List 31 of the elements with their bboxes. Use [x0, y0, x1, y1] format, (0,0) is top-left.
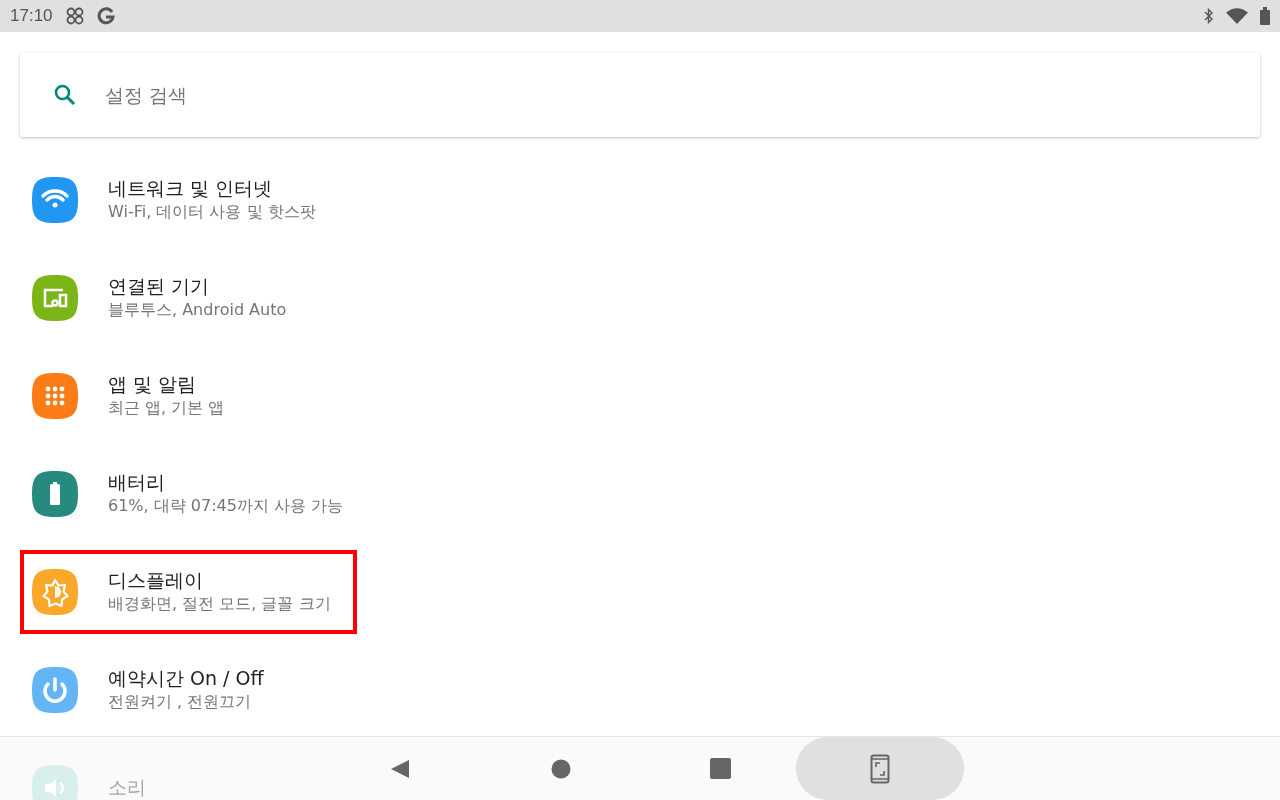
phone-rotate-icon	[870, 753, 890, 784]
item-title: 네트워크 및 인터넷	[108, 178, 274, 201]
item-subtitle: 61%, 대략 07:45까지 사용 가능	[108, 497, 344, 516]
settings-item[interactable]: 앱 및 알림 최근 앱, 기본 앱	[20, 354, 357, 438]
settings-item[interactable]: 배터리 61%, 대략 07:45까지 사용 가능	[20, 452, 357, 536]
g-letter-icon	[96, 7, 115, 25]
clock: 17:10	[10, 6, 53, 26]
item-title: 배터리	[108, 472, 166, 495]
item-title: 디스플레이	[108, 570, 204, 593]
highlighted-settings-item[interactable]: 디스플레이 배경화면, 절전 모드, 글꼴 크기	[20, 550, 357, 634]
item-title: 예약시간 On / Off	[108, 668, 264, 691]
recents-button[interactable]	[709, 758, 731, 779]
settings-item[interactable]: 네트워크 및 인터넷 Wi-Fi, 데이터 사용 및 핫스팟	[20, 158, 357, 242]
item-subtitle: 배경화면, 절전 모드, 글꼴 크기	[108, 595, 331, 614]
item-title: 소리	[108, 777, 146, 799]
item-subtitle: 최근 앱, 기본 앱	[108, 399, 225, 418]
item-title: 앱 및 알림	[108, 374, 198, 397]
search-input[interactable]: 설정 검색	[103, 83, 1260, 107]
search-icon	[53, 83, 77, 107]
fan-icon	[64, 6, 85, 26]
home-button[interactable]	[551, 758, 571, 779]
battery-status-icon	[1260, 7, 1270, 25]
item-subtitle: 전원켜기 , 전원끄기	[108, 693, 253, 712]
bluetooth-icon	[1204, 8, 1214, 24]
wifi-signal-icon	[1226, 8, 1248, 24]
settings-item[interactable]: 예약시간 On / Off 전원켜기 , 전원끄기	[20, 648, 357, 732]
search-field[interactable]: 설정 검색	[20, 53, 1260, 137]
settings-item[interactable]: 연결된 기기 블루투스, Android Auto	[20, 256, 357, 340]
item-subtitle: Wi-Fi, 데이터 사용 및 핫스팟	[108, 203, 316, 222]
item-subtitle: 블루투스, Android Auto	[108, 301, 287, 320]
item-title: 연결된 기기	[108, 276, 211, 299]
